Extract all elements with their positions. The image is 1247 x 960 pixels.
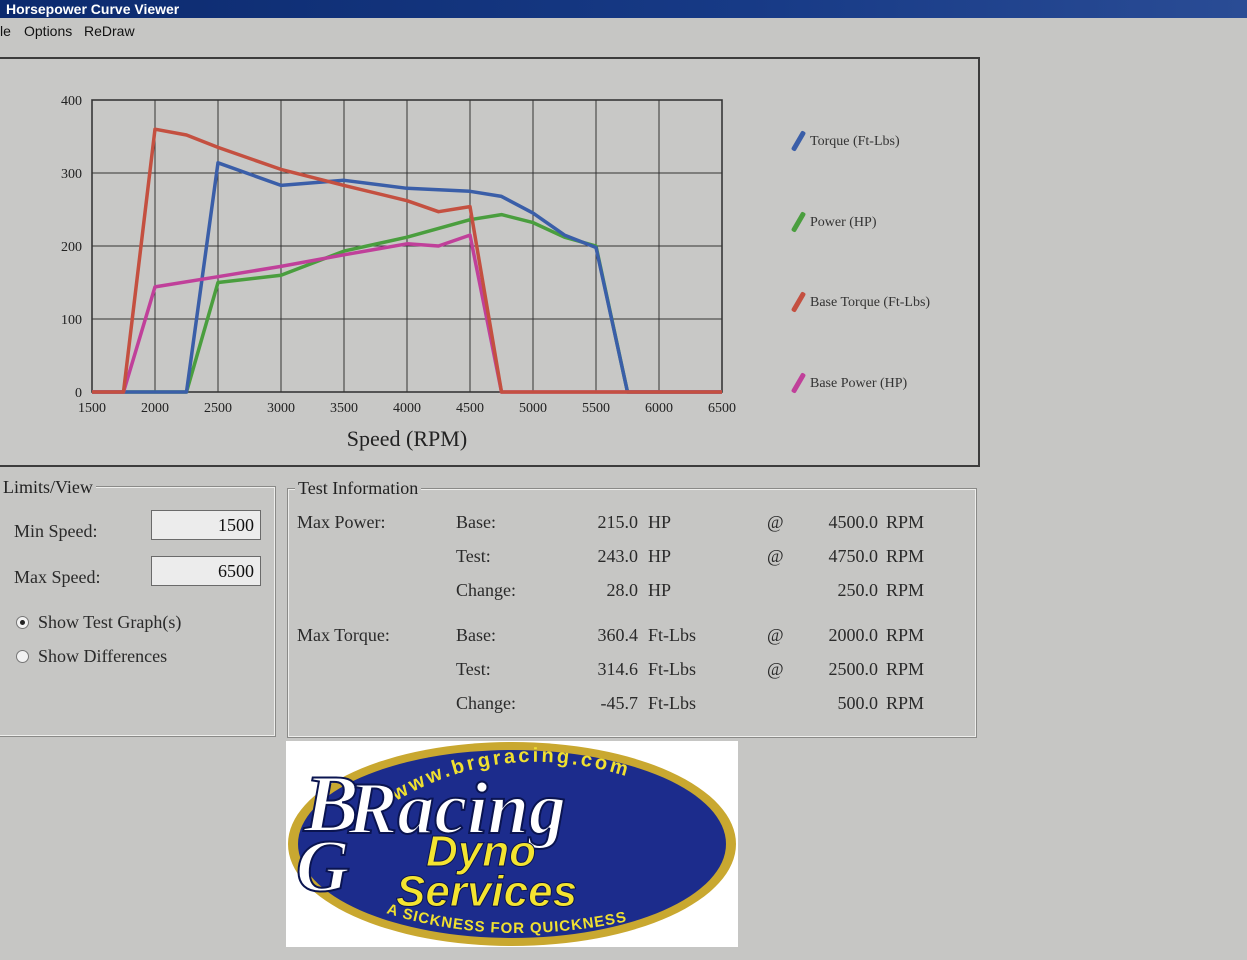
show-differences-label[interactable]: Show Differences <box>38 646 167 667</box>
power-row-0-rpm: 4500.0 <box>828 512 879 532</box>
x-tick-label: 5000 <box>519 401 547 416</box>
x-tick-label: 4000 <box>393 401 421 416</box>
power-row-0-unit: HP <box>648 512 672 532</box>
torque-row-0-value: 360.4 <box>597 625 639 645</box>
x-tick-label: 3500 <box>330 401 358 416</box>
y-tick-label: 200 <box>61 240 82 255</box>
power-row-1-rpm: 4750.0 <box>828 546 879 566</box>
y-tick-label: 0 <box>75 386 82 401</box>
torque-row-0-label: Base: <box>456 625 496 645</box>
torque-row-2-value: -45.7 <box>600 693 639 713</box>
min-speed-label: Min Speed: <box>14 521 98 541</box>
x-tick-label: 3000 <box>267 401 295 416</box>
torque-row-1-unit: Ft-Lbs <box>648 659 697 679</box>
power-row-2-value: 28.0 <box>606 580 639 600</box>
hp-torque-chart: 1500 2000 2500 3000 3500 4000 4500 5000 5500 6000… <box>61 94 736 451</box>
chart-panel: 1500 2000 2500 3000 3500 4000 4500 5000 5500 6000… <box>0 57 980 467</box>
power-row-1-at: @ <box>767 546 784 566</box>
x-tick-label: 1500 <box>78 401 106 416</box>
max-power-label: Max Power: <box>297 512 386 532</box>
torque-row-0-rpm: 2000.0 <box>828 625 879 645</box>
logo-services-text: Services <box>396 867 577 916</box>
torque-row-0-unit: Ft-Lbs <box>648 625 697 645</box>
torque-row-2-label: Change: <box>456 693 516 713</box>
min-speed-input[interactable]: 1500 <box>151 510 261 540</box>
menu-options-label: Options <box>24 23 73 39</box>
max-speed-input[interactable]: 6500 <box>151 556 261 586</box>
torque-row-1-at: @ <box>767 659 784 679</box>
torque-row-0-rpm-unit: RPM <box>886 625 925 645</box>
test-info-title: Test Information <box>295 478 422 499</box>
y-tick-label: 100 <box>61 313 82 328</box>
torque-row-1-rpm-unit: RPM <box>886 659 925 679</box>
logo-letter-g: G <box>296 826 349 908</box>
torque-row-2-rpm: 500.0 <box>837 693 879 713</box>
legend-label-base-torque: Base Torque (Ft-Lbs) <box>810 295 931 310</box>
power-row-1-unit: HP <box>648 546 672 566</box>
x-tick-label: 6000 <box>645 401 673 416</box>
torque-row-0-at: @ <box>767 625 784 645</box>
x-tick-label: 2000 <box>141 401 169 416</box>
menu-redraw[interactable]: ReDraw <box>84 23 135 39</box>
max-torque-label: Max Torque: <box>297 625 390 645</box>
torque-row-2-unit: Ft-Lbs <box>648 693 697 713</box>
power-row-0-label: Base: <box>456 512 496 532</box>
show-test-graphs-radio[interactable] <box>16 616 29 629</box>
torque-row-1-value: 314.6 <box>597 659 639 679</box>
power-row-1-label: Test: <box>456 546 491 566</box>
max-speed-label: Max Speed: <box>14 567 101 587</box>
menu-redraw-label: ReDraw <box>84 23 135 39</box>
legend-label-power: Power (HP) <box>810 215 877 230</box>
power-row-0-rpm-unit: RPM <box>886 512 925 532</box>
limits-view-title: Limits/View <box>0 477 96 498</box>
x-tick-label: 5500 <box>582 401 610 416</box>
y-tick-label: 400 <box>61 94 82 109</box>
legend-label-base-power: Base Power (HP) <box>810 376 908 391</box>
power-row-2-unit: HP <box>648 580 672 600</box>
torque-row-1-rpm: 2500.0 <box>828 659 879 679</box>
y-tick-label: 300 <box>61 167 82 182</box>
power-row-1-rpm-unit: RPM <box>886 546 925 566</box>
brg-racing-logo: www.brgracing.com B Racing G Dyno Servic… <box>286 741 738 947</box>
window-title: Horsepower Curve Viewer <box>6 1 180 17</box>
power-row-1-value: 243.0 <box>597 546 639 566</box>
x-axis-title: Speed (RPM) <box>347 426 467 451</box>
logo-graphic: www.brgracing.com B Racing G Dyno Servic… <box>288 742 736 946</box>
legend-label-torque: Torque (Ft-Lbs) <box>810 134 900 149</box>
menu-options[interactable]: Options <box>24 23 72 39</box>
x-tick-label: 2500 <box>204 401 232 416</box>
torque-row-1-label: Test: <box>456 659 491 679</box>
window-titlebar: Horsepower Curve Viewer <box>0 0 1247 18</box>
show-differences-radio[interactable] <box>16 650 29 663</box>
x-tick-label: 6500 <box>708 401 736 416</box>
x-tick-label: 4500 <box>456 401 484 416</box>
menu-bar: le Options ReDraw <box>0 20 1247 44</box>
power-row-2-rpm: 250.0 <box>837 580 879 600</box>
menu-file[interactable]: le <box>0 23 11 39</box>
power-row-2-rpm-unit: RPM <box>886 580 925 600</box>
show-test-graphs-label[interactable]: Show Test Graph(s) <box>38 612 181 633</box>
torque-row-2-rpm-unit: RPM <box>886 693 925 713</box>
power-row-0-value: 215.0 <box>597 512 639 532</box>
power-row-2-label: Change: <box>456 580 516 600</box>
power-row-0-at: @ <box>767 512 784 532</box>
